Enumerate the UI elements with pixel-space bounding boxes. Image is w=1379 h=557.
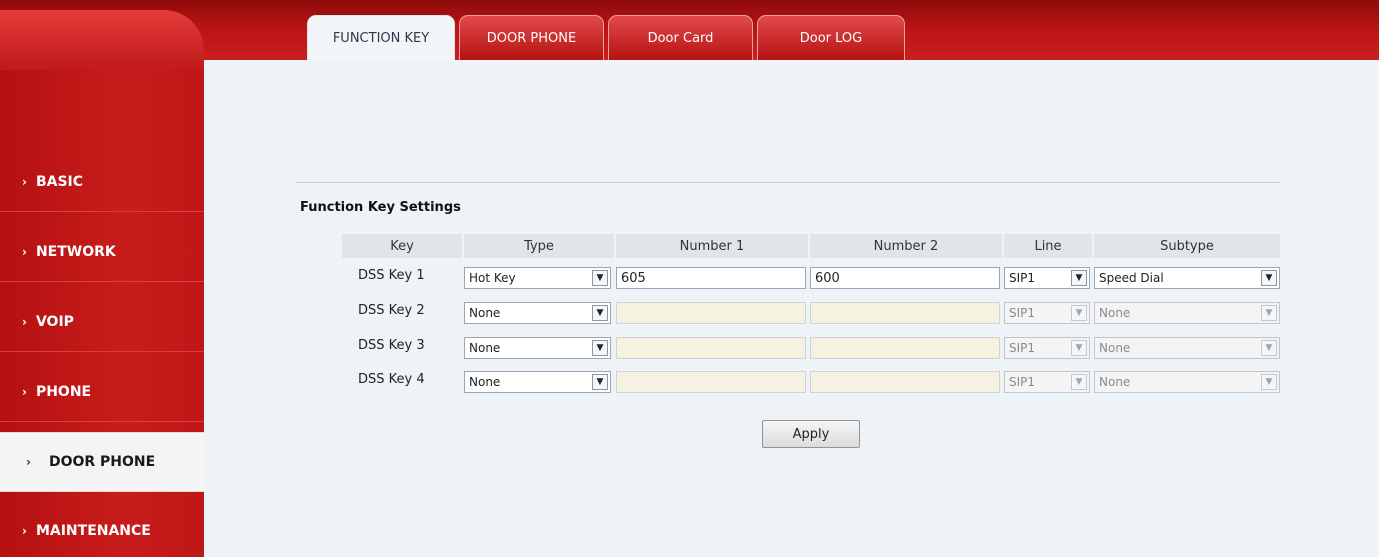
sidebar-item-label: VOIP — [35, 313, 74, 330]
tab-door-phone[interactable]: DOOR PHONE — [459, 15, 604, 60]
chevron-down-icon: ▼ — [592, 270, 608, 286]
number2-input[interactable] — [810, 337, 1000, 359]
sidebar-header — [0, 10, 204, 70]
type-select-value: None — [469, 341, 501, 355]
sidebar-item-door-phone[interactable]: › DOOR PHONE — [0, 432, 204, 492]
type-select[interactable]: None ▼ — [464, 302, 611, 324]
tab-label: FUNCTION KEY — [332, 30, 430, 46]
subtype-select[interactable]: None ▼ — [1094, 337, 1280, 359]
section-divider — [296, 182, 1280, 183]
row-key-label: DSS Key 2 — [358, 303, 425, 318]
sidebar-item-label: BASIC — [35, 173, 84, 190]
chevron-down-icon: ▼ — [592, 340, 608, 356]
chevron-down-icon: ▼ — [1071, 374, 1087, 390]
sidebar-item-label: DOOR PHONE — [48, 454, 156, 470]
sidebar-item-basic[interactable]: › BASIC — [0, 152, 204, 212]
chevron-down-icon: ▼ — [1261, 270, 1277, 286]
chevron-down-icon: ▼ — [1071, 305, 1087, 321]
tab-door-card[interactable]: Door Card — [608, 15, 753, 60]
line-select[interactable]: SIP1 ▼ — [1004, 302, 1090, 324]
column-header-number2: Number 2 — [810, 234, 1002, 258]
chevron-down-icon: ▼ — [1071, 270, 1087, 286]
number1-input[interactable] — [616, 337, 806, 359]
line-select-value: SIP1 — [1009, 271, 1036, 285]
tab-door-log[interactable]: Door LOG — [757, 15, 905, 60]
chevron-down-icon: ▼ — [1261, 374, 1277, 390]
line-select-value: SIP1 — [1009, 306, 1036, 320]
chevron-down-icon: ▼ — [1261, 340, 1277, 356]
chevron-right-icon: › — [22, 524, 27, 538]
chevron-right-icon: › — [26, 455, 31, 469]
sidebar-item-network[interactable]: › NETWORK — [0, 222, 204, 282]
column-header-key: Key — [342, 234, 462, 258]
tab-label: DOOR PHONE — [486, 30, 577, 46]
tab-label: Door LOG — [799, 30, 863, 46]
number1-input[interactable] — [616, 302, 806, 324]
chevron-down-icon: ▼ — [1261, 305, 1277, 321]
tab-label: Door Card — [647, 30, 714, 46]
line-select-value: SIP1 — [1009, 341, 1036, 355]
subtype-select-value: None — [1099, 375, 1131, 389]
line-select[interactable]: SIP1 ▼ — [1004, 371, 1090, 393]
type-select-value: None — [469, 375, 501, 389]
type-select-value: None — [469, 306, 501, 320]
chevron-right-icon: › — [22, 174, 27, 189]
subtype-select[interactable]: Speed Dial ▼ — [1094, 267, 1280, 289]
subtype-select-value: None — [1099, 341, 1131, 355]
column-header-number1: Number 1 — [616, 234, 808, 258]
chevron-down-icon: ▼ — [592, 305, 608, 321]
line-select-value: SIP1 — [1009, 375, 1036, 389]
tab-function-key[interactable]: FUNCTION KEY — [307, 15, 455, 60]
number2-input[interactable] — [810, 371, 1000, 393]
subtype-select[interactable]: None ▼ — [1094, 371, 1280, 393]
sidebar-item-label: NETWORK — [35, 243, 116, 260]
line-select[interactable]: SIP1 ▼ — [1004, 337, 1090, 359]
number1-input[interactable] — [616, 371, 806, 393]
chevron-right-icon: › — [22, 384, 27, 399]
number1-input[interactable]: 605 — [616, 267, 806, 289]
chevron-down-icon: ▼ — [1071, 340, 1087, 356]
type-select-value: Hot Key — [469, 271, 516, 285]
chevron-down-icon: ▼ — [592, 374, 608, 390]
row-key-label: DSS Key 4 — [358, 372, 425, 387]
number2-input[interactable]: 600 — [810, 267, 1000, 289]
type-select[interactable]: None ▼ — [464, 337, 611, 359]
chevron-right-icon: › — [22, 244, 27, 259]
sidebar-item-label: MAINTENANCE — [35, 523, 151, 539]
sidebar-item-label: PHONE — [35, 383, 92, 400]
type-select[interactable]: Hot Key ▼ — [464, 267, 611, 289]
apply-button[interactable]: Apply — [762, 420, 860, 448]
chevron-right-icon: › — [22, 314, 27, 329]
number2-input[interactable] — [810, 302, 1000, 324]
section-title: Function Key Settings — [300, 200, 461, 215]
column-header-line: Line — [1004, 234, 1092, 258]
sidebar-item-phone[interactable]: › PHONE — [0, 362, 204, 422]
row-key-label: DSS Key 3 — [358, 338, 425, 353]
sidebar-item-maintenance[interactable]: › MAINTENANCE — [0, 501, 204, 557]
line-select[interactable]: SIP1 ▼ — [1004, 267, 1090, 289]
column-header-subtype: Subtype — [1094, 234, 1280, 258]
subtype-select-value: None — [1099, 306, 1131, 320]
row-key-label: DSS Key 1 — [358, 268, 425, 283]
column-header-type: Type — [464, 234, 614, 258]
subtype-select-value: Speed Dial — [1099, 271, 1164, 285]
sidebar-item-voip[interactable]: › VOIP — [0, 292, 204, 352]
type-select[interactable]: None ▼ — [464, 371, 611, 393]
subtype-select[interactable]: None ▼ — [1094, 302, 1280, 324]
